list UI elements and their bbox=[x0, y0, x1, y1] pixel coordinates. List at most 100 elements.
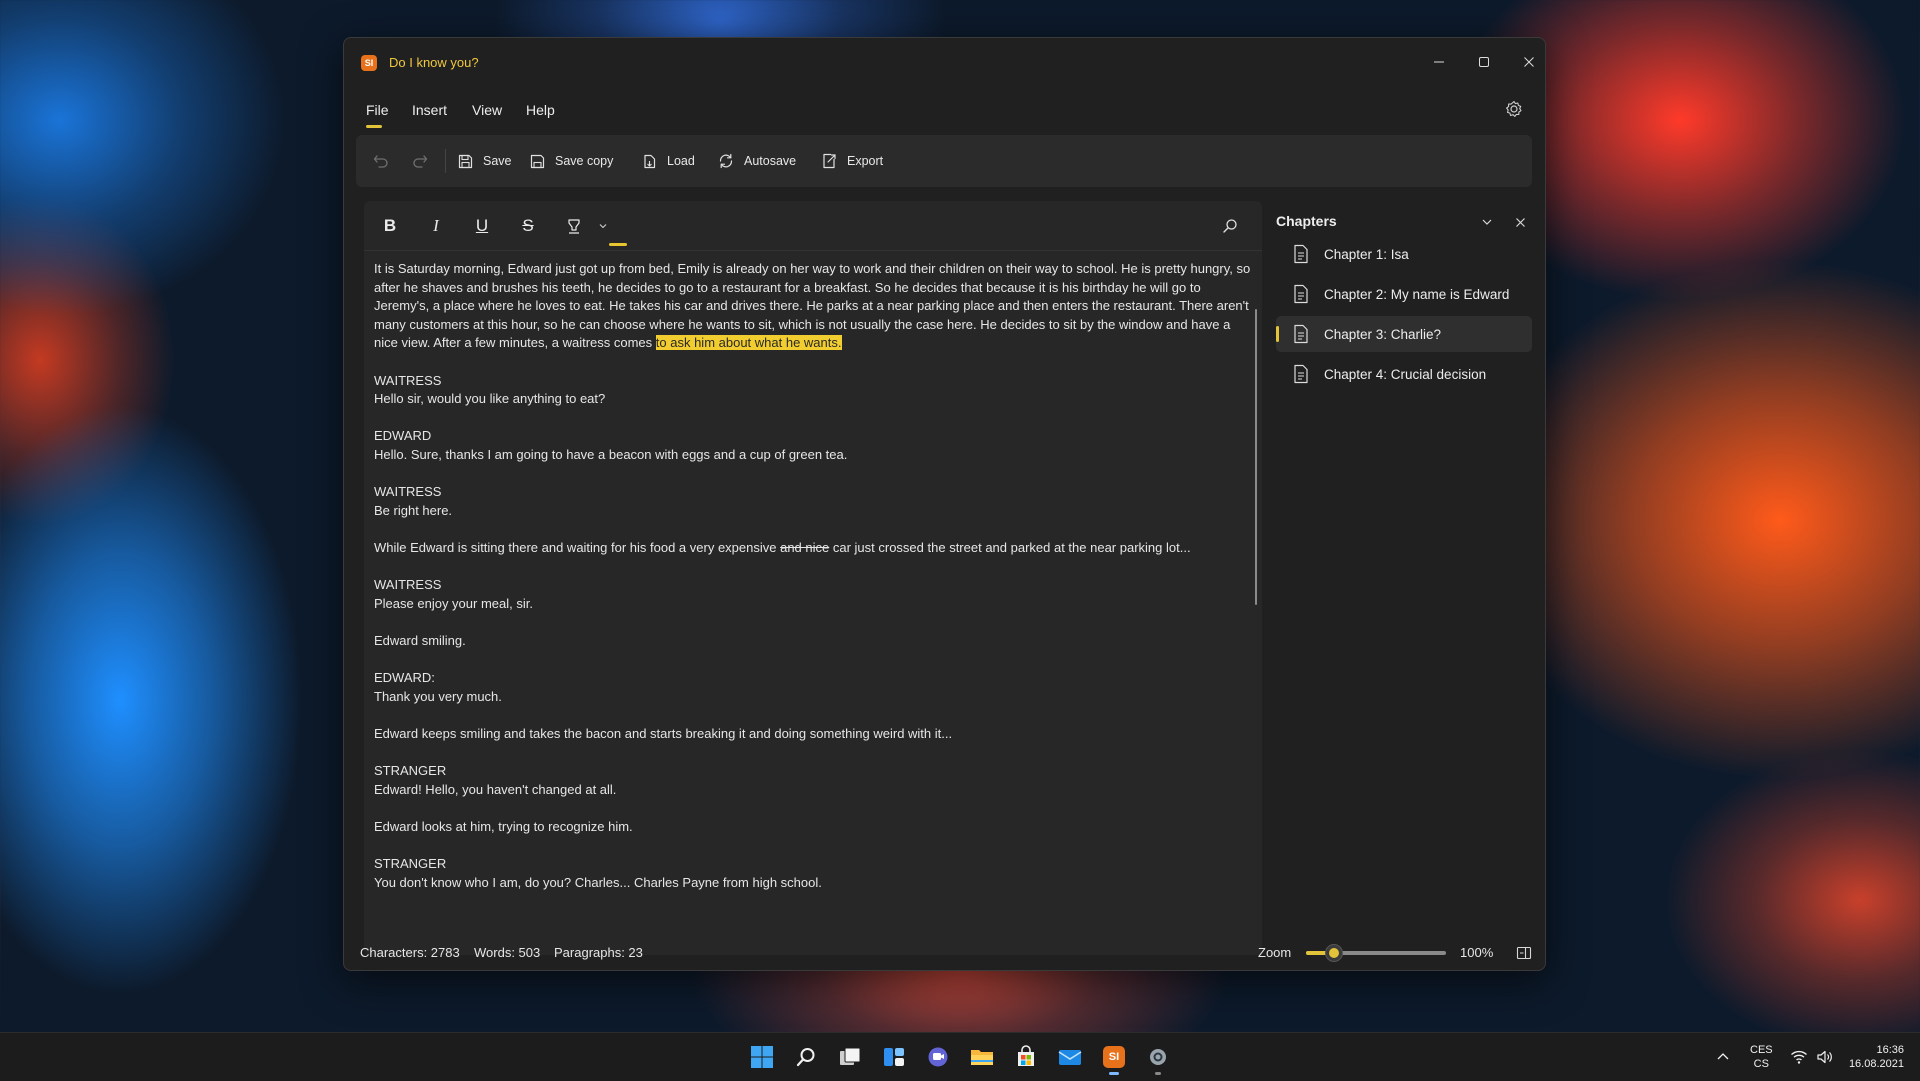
quick-settings[interactable] bbox=[1790, 1033, 1834, 1081]
editor-scrollbar[interactable] bbox=[1255, 309, 1257, 605]
chevron-down-icon bbox=[1482, 219, 1492, 225]
language-indicator[interactable]: CES CS bbox=[1750, 1033, 1773, 1081]
highlight-active-indicator bbox=[609, 243, 627, 246]
chapter-item-2[interactable]: Chapter 2: My name is Edward bbox=[1276, 276, 1532, 312]
keyboard-layout: CS bbox=[1753, 1058, 1769, 1070]
autosave-button[interactable]: Autosave bbox=[717, 135, 796, 187]
task-view-icon[interactable] bbox=[830, 1041, 870, 1073]
selected-indicator bbox=[1276, 326, 1279, 342]
close-button[interactable] bbox=[1511, 48, 1545, 76]
teams-chat-icon[interactable] bbox=[918, 1041, 958, 1073]
highlighter-icon bbox=[568, 219, 580, 234]
clock-time: 16:36 bbox=[1876, 1044, 1904, 1056]
paragraph: EDWARD Hello. Sure, thanks I am going to … bbox=[374, 428, 848, 462]
zoom-slider-thumb[interactable] bbox=[1325, 944, 1343, 962]
paragraph: WAITRESS Hello sir, would you like anythi… bbox=[374, 372, 606, 407]
zoom-slider[interactable] bbox=[1306, 944, 1446, 962]
toolbar-divider bbox=[445, 149, 446, 173]
highlight-button[interactable] bbox=[560, 213, 588, 239]
struck-text: and nice bbox=[780, 539, 830, 555]
paragraph: EDWARD: Thank you very much. bbox=[374, 670, 502, 704]
clock-date: 16.08.2021 bbox=[1848, 1058, 1904, 1070]
store-icon[interactable] bbox=[1006, 1041, 1046, 1073]
autosave-label: Autosave bbox=[744, 154, 797, 168]
menu-help[interactable]: Help bbox=[526, 102, 555, 118]
chevron-down-icon bbox=[599, 224, 607, 229]
close-icon bbox=[1515, 217, 1525, 227]
chapter-label: Chapter 4: Crucial decision bbox=[1324, 366, 1487, 382]
close-chapters-button[interactable] bbox=[1509, 211, 1531, 233]
settings-button[interactable] bbox=[1503, 98, 1525, 120]
active-app-indicator bbox=[1109, 1072, 1119, 1075]
save-copy-label: Save copy bbox=[555, 154, 614, 168]
word-count: Words: 503 bbox=[474, 945, 541, 960]
strikethrough-button[interactable]: S bbox=[514, 213, 542, 239]
document-text[interactable]: It is Saturday morning, Edward just got … bbox=[374, 260, 1254, 946]
language-code: CES bbox=[1750, 1044, 1773, 1056]
tray-overflow-button[interactable] bbox=[1716, 1033, 1730, 1081]
find-button[interactable] bbox=[1216, 213, 1244, 239]
collapse-chapters-button[interactable] bbox=[1476, 211, 1498, 233]
underline-icon: U bbox=[475, 216, 489, 235]
chapter-label: Chapter 1: Isa bbox=[1324, 246, 1409, 262]
document-icon bbox=[1292, 244, 1310, 264]
italic-icon: I bbox=[433, 216, 439, 235]
active-menu-indicator bbox=[366, 125, 382, 128]
redo-button[interactable] bbox=[411, 135, 429, 187]
chapter-label: Chapter 2: My name is Edward bbox=[1324, 286, 1510, 302]
search-icon bbox=[1223, 219, 1237, 233]
chapter-item-1[interactable]: Chapter 1: Isa bbox=[1276, 236, 1532, 272]
paragraph: It is Saturday morning, Edward just got … bbox=[374, 261, 1251, 351]
undo-button[interactable] bbox=[372, 135, 390, 187]
menu-insert[interactable]: Insert bbox=[412, 102, 447, 118]
menu-bar: File Insert View Help bbox=[344, 86, 1545, 132]
fit-width-button[interactable] bbox=[1516, 945, 1532, 961]
save-button[interactable]: Save bbox=[457, 135, 512, 187]
paragraph-count: Paragraphs: 23 bbox=[554, 945, 643, 960]
clock[interactable]: 16:36 16.08.2021 bbox=[1842, 1033, 1904, 1081]
widgets-icon[interactable] bbox=[874, 1041, 914, 1073]
paragraph: Edward keeps smiling and takes the bacon… bbox=[374, 725, 953, 741]
save-copy-button[interactable]: Save copy bbox=[529, 135, 613, 187]
chapter-item-4[interactable]: Chapter 4: Crucial decision bbox=[1276, 356, 1532, 392]
document-icon bbox=[1292, 324, 1310, 344]
highlight-color-dropdown[interactable] bbox=[594, 213, 612, 239]
title-bar[interactable]: SI Do I know you? bbox=[344, 38, 1545, 86]
paragraph: STRANGER You don't know who I am, do you?… bbox=[374, 856, 822, 890]
paragraph: STRANGER Edward! Hello, you haven't chang… bbox=[374, 763, 617, 797]
document-icon bbox=[1292, 284, 1310, 304]
maximize-button[interactable] bbox=[1466, 48, 1502, 76]
export-label: Export bbox=[847, 154, 884, 168]
fit-page-icon bbox=[1516, 946, 1532, 960]
windows-start-icon[interactable] bbox=[742, 1041, 782, 1073]
taskbar: SI CES CS 16:36 16.08.2021 bbox=[0, 1032, 1920, 1081]
app-si-icon[interactable]: SI bbox=[1094, 1041, 1134, 1075]
minimize-button[interactable] bbox=[1421, 48, 1457, 76]
paragraph: WAITRESS Be right here. bbox=[374, 484, 453, 518]
settings-icon[interactable] bbox=[1138, 1041, 1178, 1075]
undo-icon bbox=[373, 155, 388, 168]
volume-icon bbox=[1817, 1050, 1832, 1064]
search-icon[interactable] bbox=[786, 1041, 826, 1073]
italic-button[interactable]: I bbox=[422, 213, 450, 239]
file-explorer-icon[interactable] bbox=[962, 1041, 1002, 1073]
redo-icon bbox=[413, 155, 428, 168]
running-indicator bbox=[1155, 1072, 1161, 1075]
app-icon: SI bbox=[361, 55, 377, 71]
chapter-item-3[interactable]: Chapter 3: Charlie? bbox=[1276, 316, 1532, 352]
bold-button[interactable]: B bbox=[376, 213, 404, 239]
menu-file[interactable]: File bbox=[366, 102, 389, 118]
sync-icon bbox=[719, 153, 733, 169]
export-button[interactable]: Export bbox=[820, 135, 883, 187]
editor-pane: B I U S It is Saturday morning, Edward j… bbox=[364, 201, 1262, 955]
menu-view[interactable]: View bbox=[472, 102, 502, 118]
app-si-logo: SI bbox=[1103, 1046, 1125, 1068]
underline-button[interactable]: U bbox=[468, 213, 496, 239]
strikethrough-icon: S bbox=[522, 216, 534, 235]
status-bar: Characters: 2783 Words: 503 Paragraphs: … bbox=[344, 936, 1545, 970]
load-label: Load bbox=[667, 154, 695, 168]
export-icon bbox=[823, 153, 836, 169]
mail-icon[interactable] bbox=[1050, 1041, 1090, 1073]
load-button[interactable]: Load bbox=[641, 135, 695, 187]
wifi-icon bbox=[1791, 1050, 1807, 1064]
